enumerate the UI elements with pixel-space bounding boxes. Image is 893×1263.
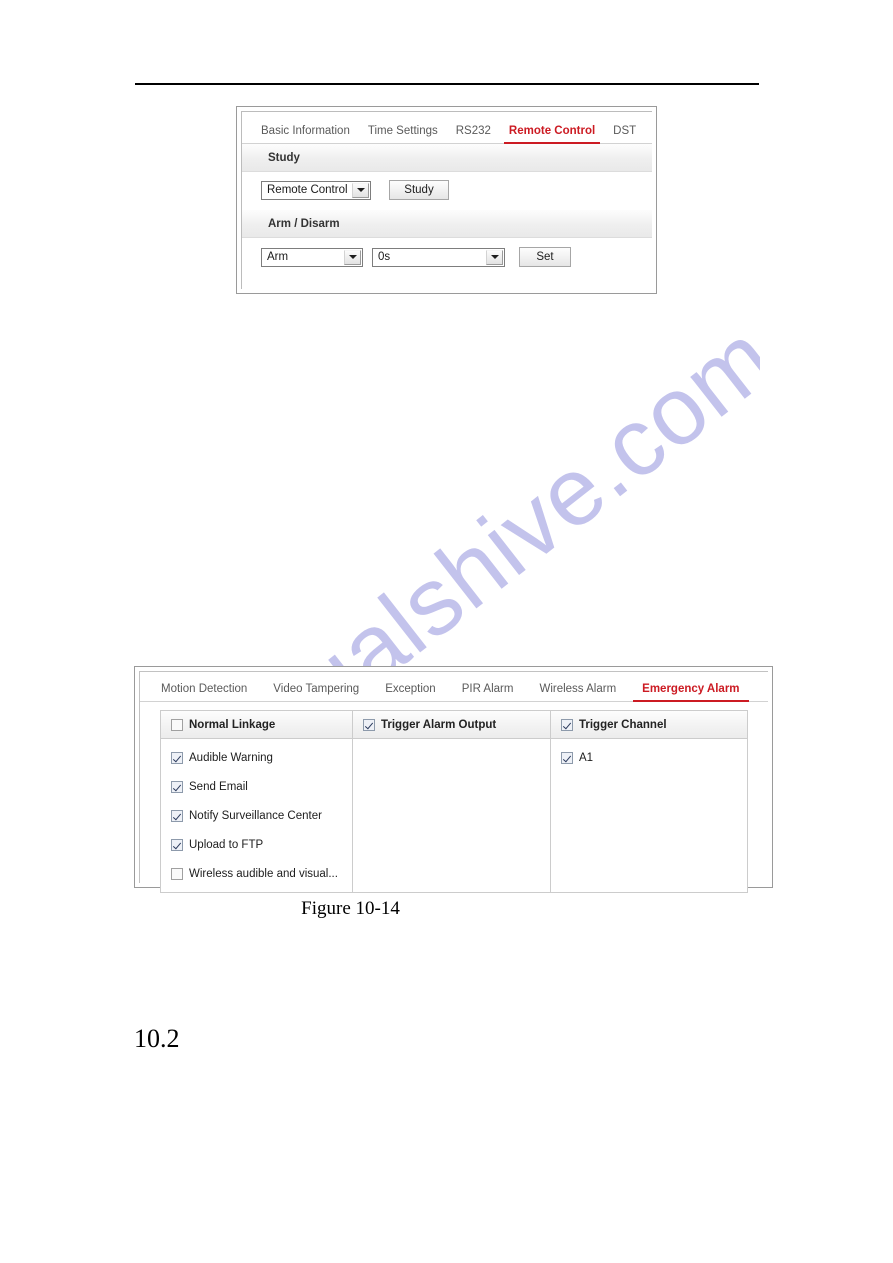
emergency-alarm-panel: Motion Detection Video Tampering Excepti… [134, 666, 773, 893]
normal-linkage-header-checkbox[interactable] [171, 718, 183, 731]
tab-wireless-alarm[interactable]: Wireless Alarm [526, 683, 629, 702]
column-trigger-channel: Trigger Channel A1 [551, 711, 747, 892]
study-device-select-value: Remote Control [267, 184, 348, 196]
trigger-alarm-output-header-checkbox[interactable] [363, 718, 375, 731]
upload-to-ftp-checkbox[interactable] [171, 838, 183, 851]
trigger-channel-header: Trigger Channel [551, 711, 747, 739]
list-item[interactable]: Audible Warning [171, 747, 352, 768]
study-button[interactable]: Study [389, 180, 449, 200]
audible-warning-checkbox[interactable] [171, 751, 183, 764]
upload-to-ftp-label: Upload to FTP [189, 838, 264, 851]
tab-emergency-alarm[interactable]: Emergency Alarm [629, 683, 752, 702]
tab-pir-alarm[interactable]: PIR Alarm [449, 683, 527, 702]
remote-control-panel-inner: Basic Information Time Settings RS232 Re… [241, 111, 652, 289]
wireless-audible-visual-label: Wireless audible and visual... [189, 867, 338, 880]
trigger-channel-body: A1 [551, 739, 747, 892]
tab-exception[interactable]: Exception [372, 683, 449, 702]
remote-control-panel: Basic Information Time Settings RS232 Re… [236, 106, 657, 294]
notify-surveillance-center-checkbox[interactable] [171, 809, 183, 822]
chevron-down-icon[interactable] [486, 249, 503, 265]
column-trigger-alarm-output: Trigger Alarm Output [353, 711, 551, 892]
arm-delay-select[interactable]: 0s [372, 247, 505, 267]
tab-rs232[interactable]: RS232 [447, 125, 500, 144]
trigger-channel-header-label: Trigger Channel [579, 718, 667, 731]
trigger-channel-header-checkbox[interactable] [561, 718, 573, 731]
set-button[interactable]: Set [519, 247, 571, 267]
tab-dst[interactable]: DST [604, 125, 645, 144]
study-section-body: Remote Control Study [242, 172, 652, 210]
normal-linkage-header: Normal Linkage [161, 711, 352, 739]
chevron-down-icon[interactable] [352, 182, 369, 198]
channel-a1-checkbox[interactable] [561, 751, 573, 764]
column-normal-linkage: Normal Linkage Audible Warning Send Emai… [161, 711, 353, 892]
send-email-label: Send Email [189, 780, 248, 793]
wireless-audible-visual-checkbox[interactable] [171, 867, 183, 880]
list-item[interactable]: Wireless audible and visual... [171, 863, 352, 884]
channel-a1-label: A1 [579, 751, 594, 764]
section-number: 10.2 [134, 1024, 180, 1053]
list-item[interactable]: Upload to FTP [171, 834, 352, 855]
tab-video-tampering[interactable]: Video Tampering [260, 683, 372, 702]
figure-caption-text: Figure 10-14 [301, 898, 400, 919]
trigger-alarm-output-header: Trigger Alarm Output [353, 711, 550, 739]
arm-delay-select-value: 0s [378, 251, 391, 263]
list-item[interactable]: A1 [561, 747, 747, 768]
tab-remote-control[interactable]: Remote Control [500, 125, 604, 144]
normal-linkage-header-label: Normal Linkage [189, 718, 276, 731]
list-item[interactable]: Send Email [171, 776, 352, 797]
list-item[interactable]: Notify Surveillance Center [171, 805, 352, 826]
arm-mode-select[interactable]: Arm [261, 247, 363, 267]
linkage-method-table: Normal Linkage Audible Warning Send Emai… [160, 710, 748, 893]
study-device-select[interactable]: Remote Control [261, 180, 371, 200]
trigger-alarm-output-header-label: Trigger Alarm Output [381, 718, 497, 731]
figure-caption: Figure 10-14 [0, 898, 893, 920]
send-email-checkbox[interactable] [171, 780, 183, 793]
chevron-down-icon[interactable] [344, 249, 361, 265]
tab-basic-information[interactable]: Basic Information [252, 125, 359, 144]
arm-mode-select-value: Arm [267, 251, 289, 263]
trigger-alarm-output-body [353, 739, 550, 892]
linkage-method-wrapper: Normal Linkage Audible Warning Send Emai… [140, 702, 768, 901]
tab-motion-detection[interactable]: Motion Detection [148, 683, 260, 702]
notify-surveillance-center-label: Notify Surveillance Center [189, 809, 322, 822]
page-header-rule [135, 83, 759, 85]
arm-disarm-section-body: Arm 0s Set [242, 238, 652, 278]
emergency-alarm-panel-inner: Motion Detection Video Tampering Excepti… [139, 671, 768, 893]
normal-linkage-body: Audible Warning Send Email Notify Survei… [161, 739, 352, 892]
remote-control-tabbar: Basic Information Time Settings RS232 Re… [242, 112, 652, 144]
emergency-alarm-tabbar: Motion Detection Video Tampering Excepti… [140, 672, 768, 702]
audible-warning-label: Audible Warning [189, 751, 273, 764]
arm-disarm-section-header: Arm / Disarm [242, 210, 652, 238]
tab-time-settings[interactable]: Time Settings [359, 125, 447, 144]
study-section-header: Study [242, 144, 652, 172]
